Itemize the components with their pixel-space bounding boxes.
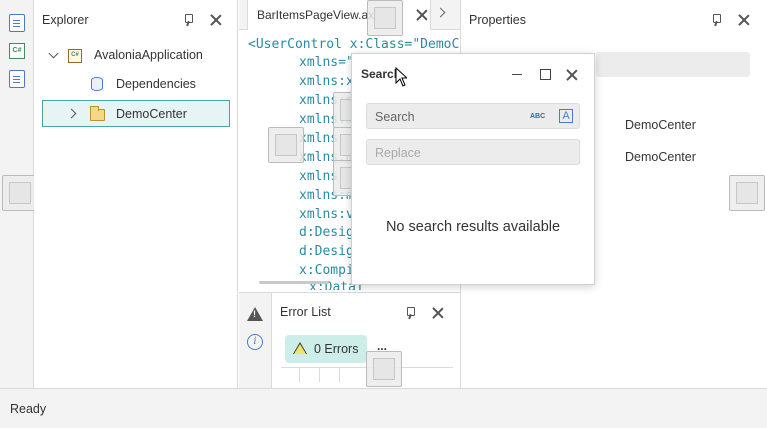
grid-column-divider <box>339 368 340 382</box>
search-dialog: Search Search ABC A Replace No search re… <box>351 53 595 285</box>
chevron-down-icon[interactable] <box>48 48 59 59</box>
pin-icon[interactable] <box>404 307 416 319</box>
errors-count: 0 Errors <box>314 342 359 356</box>
tree-item-dependencies[interactable]: Dependencies <box>34 71 238 97</box>
tree-item-label: AvaloniaApplication <box>94 48 203 62</box>
pin-icon[interactable] <box>182 14 194 26</box>
search-placeholder: Search <box>375 110 415 124</box>
match-whole-word-icon[interactable]: ABC <box>530 113 545 120</box>
minimize-icon[interactable] <box>510 67 524 81</box>
tree-item-project[interactable]: C# AvaloniaApplication <box>34 42 238 68</box>
search-input[interactable]: Search ABC A <box>366 103 580 129</box>
info-icon[interactable]: i <box>247 334 263 350</box>
csharp-project-icon: C# <box>68 49 82 63</box>
tree-item-label: DemoCenter <box>116 107 187 121</box>
left-toolbar: C# <box>0 0 38 388</box>
dock-target-bottom[interactable] <box>366 351 402 387</box>
code-line: x:Compi <box>299 263 354 278</box>
warning-icon[interactable] <box>247 307 263 321</box>
grid-column-divider <box>319 368 320 382</box>
empty-results-message: No search results available <box>385 219 561 235</box>
explorer-panel: Explorer C# AvaloniaApplication Dependen… <box>34 0 238 388</box>
dock-target-top[interactable] <box>367 0 403 36</box>
close-icon[interactable] <box>432 307 444 319</box>
code-line: <UserControl x:Class="DemoC <box>248 37 460 52</box>
explorer-title: Explorer <box>42 13 89 27</box>
tree-item-label: Dependencies <box>116 77 196 91</box>
horizontal-scrollbar[interactable] <box>259 281 329 284</box>
code-line: xmlns:x <box>299 74 354 89</box>
properties-title: Properties <box>469 13 526 27</box>
grid-column-divider <box>299 368 300 382</box>
pin-icon[interactable] <box>710 14 722 26</box>
errors-filter-button[interactable]: 0 Errors <box>285 335 367 363</box>
chevron-right-icon[interactable] <box>66 108 77 119</box>
tab-baritemspageview[interactable]: BarItemsPageView.axaml <box>247 0 431 30</box>
replace-input[interactable]: Replace <box>366 139 580 165</box>
mouse-cursor-icon <box>395 67 407 87</box>
error-list-panel: i Error List 0 Errors ... <box>239 292 460 389</box>
editor-tabbar: BarItemsPageView.axaml <box>239 0 460 30</box>
tree-item-democenter[interactable]: DemoCenter <box>42 100 230 127</box>
folder-icon <box>90 106 105 121</box>
maximize-icon[interactable] <box>538 67 552 81</box>
error-list-toolbar: i <box>239 293 272 389</box>
close-icon[interactable] <box>566 69 578 81</box>
property-value: DemoCenter <box>625 150 696 164</box>
document-list-icon[interactable] <box>9 70 25 88</box>
dock-target-right[interactable] <box>729 175 765 211</box>
csharp-icon[interactable]: C# <box>9 43 25 59</box>
property-value: DemoCenter <box>625 118 696 132</box>
match-case-icon[interactable]: A <box>559 109 573 123</box>
document-icon[interactable] <box>9 14 25 32</box>
database-icon <box>91 77 103 91</box>
warning-icon <box>293 342 307 354</box>
replace-placeholder: Replace <box>375 146 421 160</box>
dock-target-left[interactable] <box>2 175 38 211</box>
error-list-title: Error List <box>280 305 331 319</box>
properties-search-input[interactable] <box>596 52 750 77</box>
close-icon[interactable] <box>416 9 428 21</box>
status-text: Ready <box>10 402 47 416</box>
chevron-right-icon[interactable] <box>435 7 446 18</box>
close-icon[interactable] <box>738 14 750 26</box>
code-line: xmlns=" <box>299 55 354 70</box>
status-bar: Ready <box>0 388 767 428</box>
close-icon[interactable] <box>210 14 222 26</box>
dock-target-inner-left[interactable] <box>268 127 304 163</box>
